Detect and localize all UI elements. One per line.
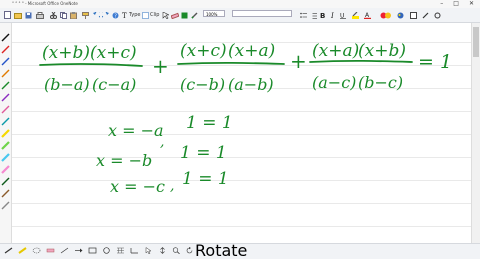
svg-text:T: T: [122, 12, 127, 19]
type-tool-button[interactable]: T Type: [122, 11, 140, 19]
type-tool-label: Type: [129, 12, 141, 18]
rule-line: [12, 42, 472, 43]
font-field[interactable]: [232, 10, 292, 17]
clip-tool-label: Clip: [150, 12, 160, 18]
zoom-tool-icon[interactable]: [172, 247, 181, 254]
svg-text:B: B: [320, 12, 325, 19]
new-page-icon[interactable]: [4, 11, 11, 19]
pen-brown-icon[interactable]: [1, 183, 10, 198]
paste-icon[interactable]: [70, 11, 77, 19]
pen-palette: [0, 23, 12, 243]
highlighter-yellow-icon[interactable]: [1, 123, 10, 138]
eraser-tool-icon[interactable]: [46, 247, 55, 254]
underline-icon[interactable]: U: [340, 11, 346, 19]
shapes-icon[interactable]: [410, 11, 417, 19]
color-picker-icon[interactable]: [380, 11, 392, 19]
pen-orange-icon[interactable]: [1, 63, 10, 78]
rule-line: [12, 226, 472, 227]
numbering-icon[interactable]: [310, 11, 317, 19]
pen-green-icon[interactable]: [1, 75, 10, 90]
highlighter-pink-icon[interactable]: [1, 159, 10, 174]
pen-teal-icon[interactable]: [1, 111, 10, 126]
pen-purple-icon[interactable]: [1, 87, 10, 102]
window-controls: – □ ✕: [440, 0, 474, 8]
save-icon[interactable]: [25, 11, 32, 19]
pen-settings-icon[interactable]: [422, 11, 429, 19]
rule-line: [12, 203, 472, 204]
pen-red-icon[interactable]: [1, 39, 10, 54]
rotate-label: Rotate: [195, 241, 248, 260]
select-tool-icon[interactable]: [162, 11, 169, 19]
undo-icon[interactable]: [93, 11, 100, 19]
grid-tool-icon[interactable]: [116, 247, 125, 254]
axis-tool-icon[interactable]: [130, 247, 139, 254]
eraser-icon[interactable]: [171, 11, 179, 19]
lasso-icon[interactable]: [32, 247, 41, 254]
cut-icon[interactable]: [50, 11, 57, 19]
bullets-icon[interactable]: [300, 11, 307, 19]
paint-icon[interactable]: [396, 11, 405, 19]
pen-icon[interactable]: [191, 11, 198, 19]
maximize-button[interactable]: □: [453, 0, 459, 8]
clip-tool-button[interactable]: Clip: [142, 11, 159, 19]
bold-icon[interactable]: B: [320, 11, 326, 19]
rule-line: [12, 111, 472, 112]
rule-line: [12, 180, 472, 181]
add-space-icon[interactable]: [158, 247, 167, 254]
more-options-icon[interactable]: [434, 11, 441, 19]
redo-icon[interactable]: [102, 11, 109, 19]
rule-line: [12, 65, 472, 66]
pen-dark-green-icon[interactable]: [1, 171, 10, 186]
arrow-tool-icon[interactable]: [74, 247, 83, 254]
pen-gray-icon[interactable]: [1, 195, 10, 210]
select-tool-icon[interactable]: [144, 247, 153, 254]
highlight-icon[interactable]: [352, 11, 359, 19]
svg-text:I: I: [330, 12, 334, 19]
font-color-icon[interactable]: A: [364, 11, 371, 19]
pen-color-icon[interactable]: [181, 11, 188, 19]
rule-line: [12, 157, 472, 158]
help-icon[interactable]: ?: [112, 11, 119, 19]
window-title: ° ° ° ° - Microsoft Office OneNote: [12, 1, 78, 6]
rule-line: [12, 134, 472, 135]
svg-text:?: ?: [114, 13, 117, 19]
rule-line: [12, 88, 472, 89]
zoom-select[interactable]: 100%: [203, 10, 225, 17]
format-painter-icon[interactable]: [82, 11, 89, 19]
rotate-button[interactable]: Rotate: [186, 241, 247, 260]
pen-black-icon[interactable]: [1, 27, 10, 42]
open-icon[interactable]: [14, 11, 22, 19]
copy-icon[interactable]: [60, 11, 67, 19]
print-icon[interactable]: [36, 11, 44, 19]
note-canvas[interactable]: [12, 23, 472, 243]
svg-text:U: U: [340, 12, 344, 19]
highlighter-blue-icon[interactable]: [1, 147, 10, 162]
highlighter-tool-icon[interactable]: [18, 247, 27, 254]
line-tool-icon[interactable]: [60, 247, 69, 254]
pen-blue-icon[interactable]: [1, 51, 10, 66]
close-button[interactable]: ✕: [469, 0, 474, 8]
vertical-scrollbar[interactable]: [471, 23, 480, 243]
pen-tool-icon[interactable]: [4, 247, 13, 254]
highlighter-green-icon[interactable]: [1, 135, 10, 150]
minimize-button[interactable]: –: [440, 0, 443, 8]
rectangle-tool-icon[interactable]: [88, 247, 97, 254]
circle-tool-icon[interactable]: [102, 247, 111, 254]
pen-pink-icon[interactable]: [1, 99, 10, 114]
title-bar: ° ° ° ° - Microsoft Office OneNote – □ ✕: [0, 0, 480, 8]
scrollbar-thumb[interactable]: [473, 27, 479, 57]
italic-icon[interactable]: I: [330, 11, 336, 19]
